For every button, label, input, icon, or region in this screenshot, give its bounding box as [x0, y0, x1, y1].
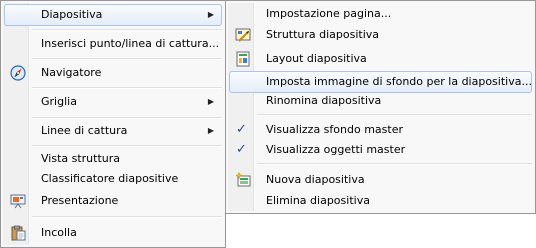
- projector-icon: [10, 193, 26, 209]
- menu-item-navigatore[interactable]: Navigatore: [4, 62, 222, 84]
- menu-item-label: Navigatore: [41, 66, 102, 79]
- menu-separator: [257, 163, 532, 165]
- menu-item-label: Linee di cattura: [41, 124, 128, 137]
- menu-item-incolla[interactable]: Incolla: [4, 222, 222, 244]
- slide-layout-icon: [235, 51, 251, 67]
- menu-item-label: Inserisci punto/linea di cattura...: [41, 37, 220, 50]
- paste-icon: [10, 225, 26, 241]
- menu-item-label: Nuova diapositiva: [266, 173, 365, 186]
- menu-item-label: Layout diapositiva: [266, 52, 367, 65]
- menu-item-label: Classificatore diapositive: [41, 172, 179, 185]
- submenu-arrow-icon: ▶: [207, 126, 214, 135]
- menu-item-label: Visualizza oggetti master: [266, 143, 406, 156]
- submenu-arrow-icon: ▶: [207, 97, 214, 106]
- menu-item-impostazione-pagina[interactable]: Impostazione pagina...: [229, 3, 532, 25]
- menu-item-label: Diapositiva: [41, 8, 103, 21]
- checkmark-icon: ✓: [236, 122, 247, 137]
- menu-separator: [32, 87, 222, 89]
- compass-icon: [10, 65, 26, 81]
- submenu-arrow-icon: ▶: [207, 10, 214, 19]
- submenu-diapositiva: Impostazione pagina... Struttura diaposi…: [225, 0, 536, 214]
- menu-item-nuova-diapositiva[interactable]: Nuova diapositiva: [229, 169, 532, 191]
- menu-item-visualizza-sfondo-master[interactable]: ✓ Visualizza sfondo master: [229, 119, 532, 141]
- menu-item-label: Visualizza sfondo master: [266, 123, 403, 136]
- menu-item-presentazione[interactable]: Presentazione: [4, 190, 222, 212]
- menu-item-label: Rinomina diapositiva: [266, 94, 382, 107]
- menu-item-diapositiva[interactable]: Diapositiva ▶: [4, 4, 222, 26]
- menu-separator: [32, 29, 222, 31]
- menu-separator: [257, 114, 532, 116]
- menu-item-layout-diapositiva[interactable]: Layout diapositiva: [229, 48, 532, 70]
- menu-item-label: Vista struttura: [41, 152, 121, 165]
- menu-item-elimina-diapositiva[interactable]: Elimina diapositiva: [229, 190, 532, 212]
- menu-item-label: Incolla: [41, 226, 77, 239]
- menu-item-classificatore-diapositive[interactable]: Classificatore diapositive: [4, 168, 222, 190]
- menu-separator: [32, 58, 222, 60]
- menu-item-struttura-diapositiva[interactable]: Struttura diapositiva: [229, 24, 532, 46]
- menu-item-rinomina-diapositiva[interactable]: Rinomina diapositiva: [229, 90, 532, 112]
- menu-item-label: Struttura diapositiva: [266, 28, 380, 41]
- menu-item-griglia[interactable]: Griglia ▶: [4, 91, 222, 113]
- menu-item-label: Presentazione: [41, 194, 119, 207]
- menu-item-visualizza-oggetti-master[interactable]: ✓ Visualizza oggetti master: [229, 139, 532, 161]
- checkmark-icon: ✓: [236, 142, 247, 157]
- menu-item-linee-di-cattura[interactable]: Linee di cattura ▶: [4, 120, 222, 142]
- slide-design-icon: [235, 27, 251, 43]
- menu-item-inserisci-punto-linea[interactable]: Inserisci punto/linea di cattura...: [4, 33, 222, 55]
- menu-separator: [32, 117, 222, 119]
- menu-item-label: Elimina diapositiva: [266, 194, 370, 207]
- menu-separator: [32, 216, 222, 218]
- new-slide-icon: [235, 171, 251, 188]
- menu-separator: [32, 145, 222, 147]
- menu-item-label: Griglia: [41, 95, 77, 108]
- menu-item-vista-struttura[interactable]: Vista struttura: [4, 148, 222, 170]
- menu-item-label: Impostazione pagina...: [266, 7, 392, 20]
- context-menu: Diapositiva ▶ Inserisci punto/linea di c…: [0, 0, 226, 248]
